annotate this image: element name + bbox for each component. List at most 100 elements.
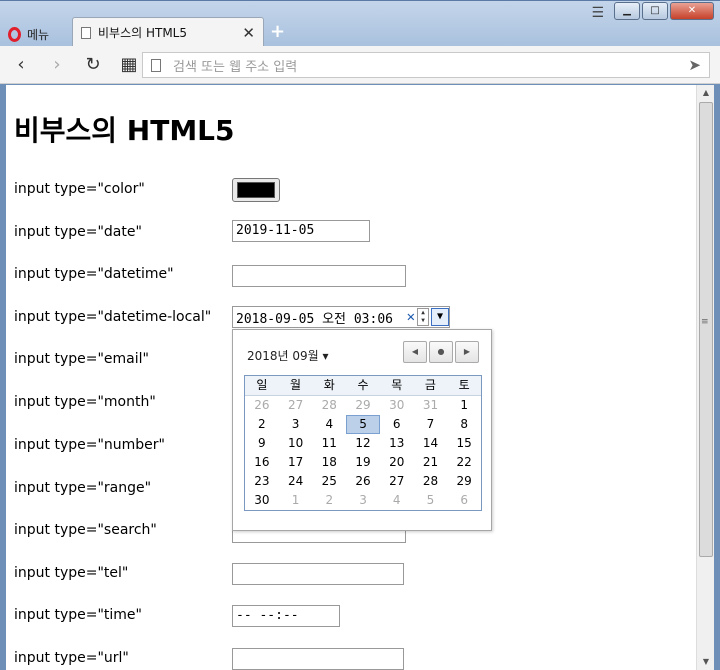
calendar-day-outside[interactable]: 31: [414, 396, 448, 415]
clear-icon[interactable]: ✕: [407, 309, 415, 325]
label-url: input type="url": [14, 650, 129, 666]
address-bar[interactable]: 검색 또는 웹 주소 입력 ➤: [142, 52, 710, 78]
scrollbar-thumb[interactable]: [699, 102, 713, 557]
reload-button[interactable]: ↻: [78, 54, 108, 75]
calendar-day-outside[interactable]: 29: [346, 396, 380, 415]
calendar-day[interactable]: 29: [447, 472, 481, 491]
calendar-day[interactable]: 16: [245, 453, 279, 472]
scroll-up-arrow-icon[interactable]: ▲: [697, 85, 715, 101]
browser-tab-active[interactable]: 비부스의 HTML5 ✕: [72, 17, 264, 47]
calendar-weekday-header: 일 월 화 수 목 금 토: [245, 376, 481, 396]
label-tel: input type="tel": [14, 565, 129, 581]
address-placeholder: 검색 또는 웹 주소 입력: [173, 59, 298, 75]
calendar-day[interactable]: 24: [279, 472, 313, 491]
calendar-day[interactable]: 27: [380, 472, 414, 491]
calendar-day[interactable]: 23: [245, 472, 279, 491]
calendar-day[interactable]: 9: [245, 434, 279, 453]
url-input[interactable]: [232, 648, 404, 670]
calendar-day[interactable]: 25: [312, 472, 346, 491]
calendar-day[interactable]: 11: [312, 434, 346, 453]
back-button[interactable]: ‹: [6, 54, 36, 75]
calendar-day[interactable]: 2: [245, 415, 279, 434]
calendar-day[interactable]: 4: [312, 415, 346, 434]
dropdown-arrow-icon[interactable]: ▼: [431, 308, 449, 326]
new-tab-button[interactable]: +: [270, 21, 285, 42]
calendar-weeks: 26 27 28 29 30 31 1 2 3 4 5 6 7 8 9 10 11 12 13 14 15 16 17 18 1…: [245, 396, 481, 510]
datetime-local-input[interactable]: 2018-09-05 오전 03:06 ✕ ▲ ▼ ▼: [232, 306, 450, 328]
calendar-day[interactable]: 15: [447, 434, 481, 453]
scroll-down-arrow-icon[interactable]: ▼: [697, 654, 715, 670]
calendar-day-outside[interactable]: 30: [380, 396, 414, 415]
scroll-grip-icon: ≡: [701, 317, 709, 327]
calendar-day[interactable]: 5: [346, 415, 380, 434]
spin-stepper[interactable]: ▲ ▼: [417, 308, 429, 326]
close-window-button[interactable]: ✕: [670, 2, 714, 20]
opera-logo-icon: [8, 26, 21, 42]
calendar-day[interactable]: 17: [279, 453, 313, 472]
tel-input[interactable]: [232, 563, 404, 585]
datetime-input[interactable]: [232, 265, 406, 287]
calendar-day[interactable]: 13: [380, 434, 414, 453]
maximize-button[interactable]: □: [642, 2, 668, 20]
calendar-day[interactable]: 1: [447, 396, 481, 415]
calendar-nav: ◀ ● ▶: [403, 341, 479, 363]
calendar-day[interactable]: 10: [279, 434, 313, 453]
calendar-day-outside[interactable]: 28: [312, 396, 346, 415]
opera-menu-button[interactable]: 메뉴: [8, 21, 66, 47]
calendar-day[interactable]: 26: [346, 472, 380, 491]
page-info-icon: [151, 58, 161, 72]
calendar-day[interactable]: 3: [279, 415, 313, 434]
window-titlebar: 메뉴 비부스의 HTML5 ✕ + ☰ ▁ □ ✕: [0, 0, 720, 47]
tab-title: 비부스의 HTML5: [98, 26, 188, 40]
color-input[interactable]: [232, 178, 280, 202]
calendar-day-outside[interactable]: 27: [279, 396, 313, 415]
label-color: input type="color": [14, 181, 145, 197]
calendar-day[interactable]: 18: [312, 453, 346, 472]
calendar-grid: 일 월 화 수 목 금 토 26 27 28 29 30 31 1 2 3 4 5 6 7 8 9 10 11 1…: [244, 375, 482, 511]
calendar-day[interactable]: 28: [414, 472, 448, 491]
calendar-day[interactable]: 12: [346, 434, 380, 453]
send-arrow-icon[interactable]: ➤: [688, 56, 701, 74]
label-range: input type="range": [14, 480, 152, 496]
speed-dial-icon[interactable]: ▦: [114, 54, 144, 75]
calendar-day[interactable]: 14: [414, 434, 448, 453]
weekday-label: 목: [391, 378, 403, 392]
calendar-day[interactable]: 20: [380, 453, 414, 472]
page-heading: 비부스의 HTML5: [14, 114, 235, 147]
calendar-day[interactable]: 19: [346, 453, 380, 472]
calendar-day[interactable]: 22: [447, 453, 481, 472]
calendar-day[interactable]: 6: [380, 415, 414, 434]
label-email: input type="email": [14, 351, 149, 367]
calendar-day[interactable]: 21: [414, 453, 448, 472]
time-input[interactable]: -- --:--: [232, 605, 340, 627]
calendar-day[interactable]: 30: [245, 491, 279, 510]
prev-month-button[interactable]: ◀: [403, 341, 427, 363]
calendar-day-outside[interactable]: 26: [245, 396, 279, 415]
label-datetime-local: input type="datetime-local": [14, 309, 212, 325]
tab-stack-icon[interactable]: ☰: [591, 5, 604, 21]
window-frame-right: [714, 85, 720, 670]
color-swatch: [237, 182, 275, 198]
calendar-day-outside[interactable]: 2: [312, 491, 346, 510]
calendar-day-outside[interactable]: 5: [414, 491, 448, 510]
weekday-label: 화: [323, 378, 335, 392]
calendar-day-outside[interactable]: 3: [346, 491, 380, 510]
calendar-day[interactable]: 7: [414, 415, 448, 434]
calendar-day-outside[interactable]: 1: [279, 491, 313, 510]
window-controls: ☰ ▁ □ ✕: [591, 2, 714, 21]
calendar-day-outside[interactable]: 6: [447, 491, 481, 510]
calendar-week-row: 30 1 2 3 4 5 6: [245, 491, 481, 510]
page-content: 비부스의 HTML5 input type="color" input type…: [6, 85, 696, 670]
calendar-month-select[interactable]: 2018년 09월 ▾: [247, 347, 329, 364]
calendar-day-outside[interactable]: 4: [380, 491, 414, 510]
today-button[interactable]: ●: [429, 341, 453, 363]
tab-close-icon[interactable]: ✕: [242, 24, 255, 42]
minimize-button[interactable]: ▁: [614, 2, 640, 20]
vertical-scrollbar[interactable]: ▲ ≡ ▼: [696, 85, 714, 670]
calendar-week-row: 16 17 18 19 20 21 22: [245, 453, 481, 472]
label-date: input type="date": [14, 224, 142, 240]
calendar-day[interactable]: 8: [447, 415, 481, 434]
forward-button[interactable]: ›: [42, 54, 72, 75]
next-month-button[interactable]: ▶: [455, 341, 479, 363]
date-input[interactable]: 2019-11-05: [232, 220, 370, 242]
